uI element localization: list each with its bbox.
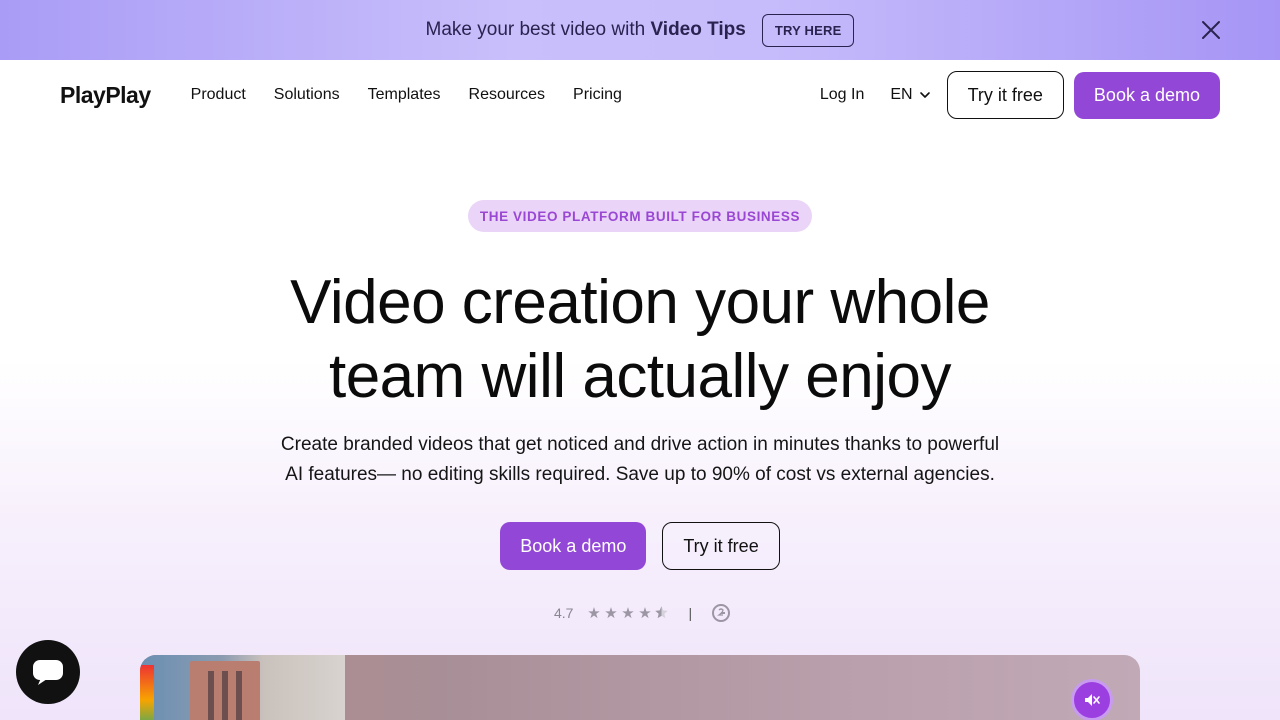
rating-row: 4.7 ★ ★ ★ ★ | bbox=[554, 603, 731, 623]
hero-book-demo-button[interactable]: Book a demo bbox=[500, 522, 647, 570]
chevron-down-icon bbox=[919, 92, 930, 98]
main-nav: PlayPlay Product Solutions Templates Res… bbox=[0, 60, 1280, 130]
playplay-logo[interactable]: PlayPlay bbox=[60, 82, 151, 109]
nav-item-pricing[interactable]: Pricing bbox=[573, 86, 622, 104]
rating-stars: ★ ★ ★ ★ bbox=[585, 605, 670, 622]
hero-video[interactable] bbox=[140, 655, 1140, 720]
try-here-button[interactable]: TRY HERE bbox=[761, 13, 855, 47]
hero-headline: Video creation your whole team will actu… bbox=[140, 266, 1140, 414]
chat-bubble-icon bbox=[33, 660, 63, 685]
login-link[interactable]: Log In bbox=[820, 86, 864, 104]
subtext-line-1: Create branded videos that get noticed a… bbox=[280, 434, 1000, 455]
language-label: EN bbox=[890, 86, 913, 103]
banner-text: Make your best video with Video Tips bbox=[426, 19, 746, 41]
nav-links: Product Solutions Templates Resources Pr… bbox=[191, 86, 622, 104]
star-icon: ★ bbox=[638, 604, 652, 622]
rating-value: 4.7 bbox=[554, 605, 574, 621]
star-half-icon bbox=[653, 605, 670, 622]
hero-try-free-button[interactable]: Try it free bbox=[662, 522, 780, 570]
speaker-muted-icon[interactable] bbox=[1071, 679, 1113, 720]
g2-logo-icon bbox=[712, 604, 731, 622]
nav-item-templates[interactable]: Templates bbox=[368, 86, 441, 104]
banner-text-bold: Video Tips bbox=[650, 19, 746, 40]
chat-widget-button[interactable] bbox=[16, 640, 80, 704]
video-building bbox=[190, 661, 260, 720]
headline-line-2: team will actually enjoy bbox=[328, 342, 952, 411]
headline-line-1: Video creation your whole bbox=[290, 268, 990, 337]
close-icon[interactable] bbox=[1200, 19, 1222, 41]
nav-item-product[interactable]: Product bbox=[191, 86, 246, 104]
hero-cta-row: Book a demo Try it free bbox=[0, 522, 1280, 570]
hero-tagline-pill: THE VIDEO PLATFORM BUILT FOR BUSINESS bbox=[468, 200, 812, 232]
video-flag bbox=[140, 665, 154, 720]
nav-item-solutions[interactable]: Solutions bbox=[274, 86, 340, 104]
promo-banner: Make your best video with Video Tips TRY… bbox=[0, 0, 1280, 60]
language-selector[interactable]: EN bbox=[890, 86, 930, 104]
nav-try-free-button[interactable]: Try it free bbox=[946, 71, 1064, 119]
star-icon: ★ bbox=[621, 604, 635, 622]
rating-separator: | bbox=[688, 605, 693, 621]
nav-book-demo-button[interactable]: Book a demo bbox=[1073, 71, 1220, 119]
subtext-line-2: AI features— no editing skills required.… bbox=[285, 464, 995, 485]
video-frame-left bbox=[140, 655, 345, 720]
nav-item-resources[interactable]: Resources bbox=[469, 86, 545, 104]
banner-text-prefix: Make your best video with bbox=[425, 19, 651, 40]
nav-actions: Log In EN Try it free Book a demo bbox=[820, 71, 1220, 119]
star-icon: ★ bbox=[587, 604, 601, 622]
hero-subtext: Create branded videos that get noticed a… bbox=[240, 430, 1040, 490]
star-icon: ★ bbox=[604, 604, 618, 622]
